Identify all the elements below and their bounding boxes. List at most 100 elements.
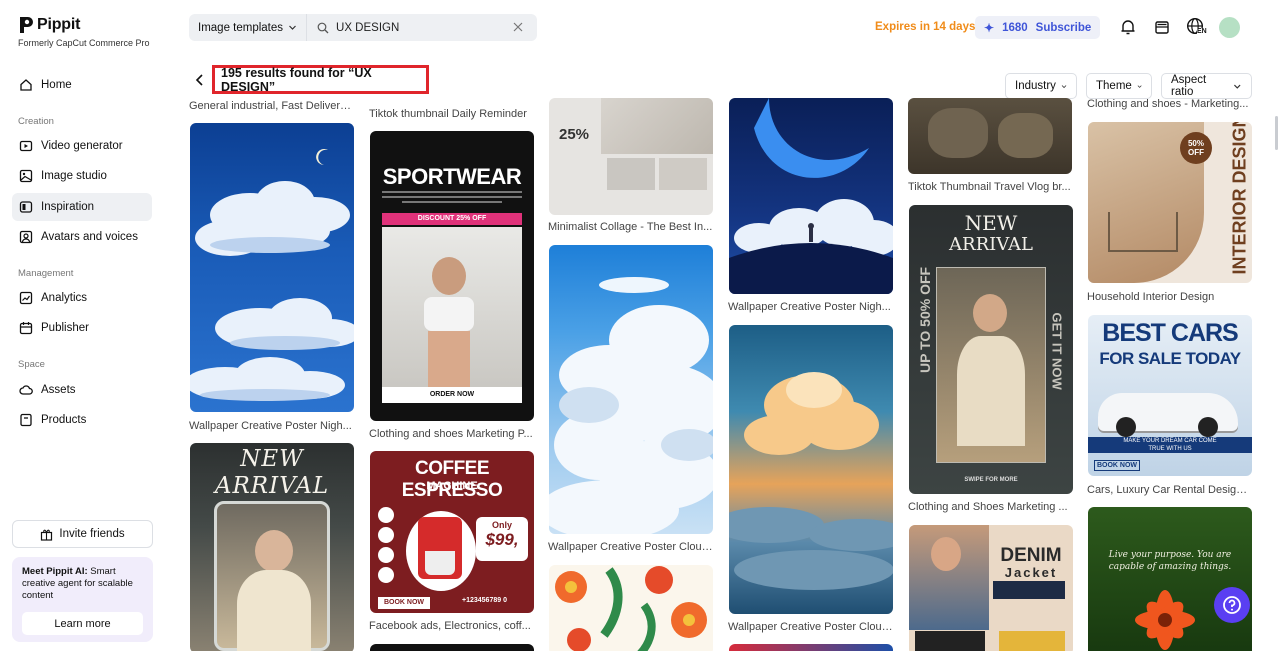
- scrollbar-thumb[interactable]: [1275, 116, 1278, 150]
- car-image: [1098, 393, 1238, 437]
- cloud-icon: [19, 385, 33, 395]
- template-partial[interactable]: [370, 644, 534, 651]
- template-subheadline: MACHINE: [426, 480, 478, 492]
- learn-more-button[interactable]: Learn more: [22, 612, 143, 635]
- filter-label: Theme: [1096, 80, 1132, 92]
- feature-icons: [378, 507, 394, 583]
- filter-industry[interactable]: Industry: [1005, 73, 1077, 99]
- sidebar-item-label: Image studio: [41, 170, 107, 182]
- sidebar-item-avatars-and-voices[interactable]: Avatars and voices: [12, 223, 152, 251]
- template-new-arrival-fashion[interactable]: NEW ARRIVAL: [190, 443, 354, 651]
- sidebar-item-label: Products: [41, 414, 87, 426]
- template-caption[interactable]: Tiktok Thumbnail Travel Vlog br...: [908, 181, 1073, 193]
- template-caption[interactable]: Wallpaper Creative Poster Nigh...: [189, 420, 354, 432]
- section-management: Management: [18, 268, 74, 279]
- template-caption[interactable]: Tiktok thumbnail Daily Reminder: [369, 108, 534, 120]
- dress-shape: [237, 570, 311, 651]
- sidebar-item-products[interactable]: Products: [12, 406, 152, 434]
- sidebar-item-inspiration[interactable]: Inspiration: [12, 193, 152, 221]
- clear-search-icon[interactable]: [513, 22, 523, 32]
- template-travel-vlog[interactable]: [908, 98, 1072, 174]
- template-caption[interactable]: Cars, Luxury Car Rental Design,...: [1087, 484, 1252, 496]
- subscribe-link[interactable]: Subscribe: [1036, 22, 1092, 34]
- book-now-label: BOOK NOW: [1094, 460, 1140, 471]
- user-avatar[interactable]: [1219, 17, 1240, 38]
- template-headline: NEW: [964, 211, 1018, 235]
- template-headline: SPORTWEAR: [382, 164, 522, 189]
- help-button[interactable]: [1214, 587, 1250, 623]
- back-arrow-icon[interactable]: [193, 73, 207, 87]
- template-caption[interactable]: Clothing and shoes - Marketing...: [1087, 98, 1252, 110]
- template-headline: INTERIOR DESIGN: [1229, 122, 1250, 275]
- search-icon: [317, 22, 329, 33]
- template-sportwear[interactable]: SPORTWEAR DISCOUNT 25% OFF ORDER NOW: [370, 131, 534, 421]
- trial-expiry-text[interactable]: Expires in 14 days: [875, 21, 975, 33]
- template-caption[interactable]: Household Interior Design: [1087, 291, 1252, 303]
- template-minimalist-collage[interactable]: 25%: [549, 98, 713, 215]
- template-inspirational-quote[interactable]: Live your purpose. You are capable of am…: [1088, 507, 1252, 651]
- app-root: Pippit Formerly CapCut Commerce Pro Home…: [0, 0, 1280, 651]
- quote-text: Live your purpose. You are capable of am…: [1108, 550, 1232, 572]
- template-night-sky-clouds[interactable]: [190, 123, 354, 412]
- template-interior-design[interactable]: 50% OFF INTERIOR DESIGN: [1088, 122, 1252, 283]
- sidebar-item-image-studio[interactable]: Image studio: [12, 162, 152, 190]
- template-caption[interactable]: Clothing and Shoes Marketing ...: [908, 501, 1073, 513]
- template-caption[interactable]: Wallpaper Creative Poster Nigh...: [728, 301, 893, 313]
- credits-badge[interactable]: ✦ 1680 Subscribe: [975, 16, 1101, 39]
- template-caption[interactable]: Minimalist Collage - The Best In...: [548, 221, 713, 233]
- body-text-lines: [382, 191, 522, 207]
- pippit-logo-icon: [20, 17, 33, 33]
- coffee-pot: [425, 551, 455, 575]
- search-bar: Image templates: [189, 14, 537, 41]
- filter-aspect-ratio[interactable]: Aspect ratio: [1161, 73, 1252, 99]
- template-caption[interactable]: Wallpaper Creative Poster Clouds: [728, 621, 893, 633]
- template-new-arrival-clothing[interactable]: NEW ARRIVAL UP TO 50% OFF GET IT NOW SWI…: [909, 205, 1073, 494]
- template-partial[interactable]: [729, 644, 893, 651]
- search-field[interactable]: [307, 21, 537, 34]
- sidebar-item-analytics[interactable]: Analytics: [12, 284, 152, 312]
- sidebar-item-label: Assets: [41, 384, 76, 396]
- invite-friends-button[interactable]: Invite friends: [12, 520, 153, 548]
- phone-number: +123456789 0: [462, 597, 507, 604]
- invite-friends-label: Invite friends: [59, 528, 125, 540]
- template-headline: BEST CARS: [1102, 319, 1238, 347]
- sparkle-icon: ✦: [984, 20, 995, 35]
- collage-photo: [607, 158, 655, 190]
- sidebar-item-publisher[interactable]: Publisher: [12, 314, 152, 342]
- template-headline: NEW ARRIVAL: [214, 446, 330, 499]
- template-caption[interactable]: Facebook ads, Electronics, coff...: [369, 620, 534, 632]
- sidebar-item-video-generator[interactable]: Video generator: [12, 132, 152, 160]
- brand[interactable]: Pippit Formerly CapCut Commerce Pro: [18, 16, 150, 48]
- side-promo-text: UP TO 50% OFF: [917, 266, 933, 373]
- template-moon-night[interactable]: [729, 98, 893, 294]
- search-type-dropdown[interactable]: Image templates: [189, 14, 308, 41]
- moon-illustration: [729, 98, 893, 294]
- sidebar-item-home[interactable]: Home: [12, 71, 152, 99]
- price-label: Only: [491, 520, 512, 530]
- flower-illustration: [1135, 590, 1195, 650]
- inbox-icon[interactable]: [1153, 18, 1171, 36]
- brand-name: Pippit: [37, 16, 81, 33]
- template-floral[interactable]: [549, 565, 713, 651]
- price-tag: Only $99,: [476, 517, 528, 561]
- template-sunset-clouds[interactable]: [729, 325, 893, 614]
- template-caption[interactable]: General industrial, Fast Delivery,...: [189, 100, 354, 112]
- template-coffee-espresso[interactable]: COFFEE ESPRESSO MACHINE Only $99, BOOK N…: [370, 451, 534, 613]
- template-caption[interactable]: Wallpaper Creative Poster Clouds: [548, 541, 713, 553]
- swipe-text: SWIPE FOR MORE: [964, 477, 1018, 483]
- sidebar-item-assets[interactable]: Assets: [12, 376, 152, 404]
- search-input[interactable]: [336, 21, 507, 34]
- video-icon: [19, 140, 33, 152]
- promo-title: Meet Pippit AI:: [22, 566, 88, 577]
- template-denim-jacket[interactable]: DENIM Jacket: [909, 525, 1073, 651]
- filter-theme[interactable]: Theme: [1086, 73, 1152, 99]
- template-best-cars[interactable]: BEST CARS FOR SALE TODAY MAKE YOUR DREAM…: [1088, 315, 1252, 476]
- language-selector[interactable]: EN: [1186, 17, 1210, 39]
- template-caption[interactable]: Clothing and shoes Marketing P...: [369, 428, 534, 440]
- bell-icon[interactable]: [1119, 18, 1137, 36]
- image-icon: [19, 169, 33, 183]
- results-count-title: 195 results found for “UX DESIGN”: [212, 65, 429, 94]
- template-sky-clouds[interactable]: [549, 245, 713, 534]
- home-icon: [20, 79, 32, 91]
- collage-photo: [659, 158, 707, 190]
